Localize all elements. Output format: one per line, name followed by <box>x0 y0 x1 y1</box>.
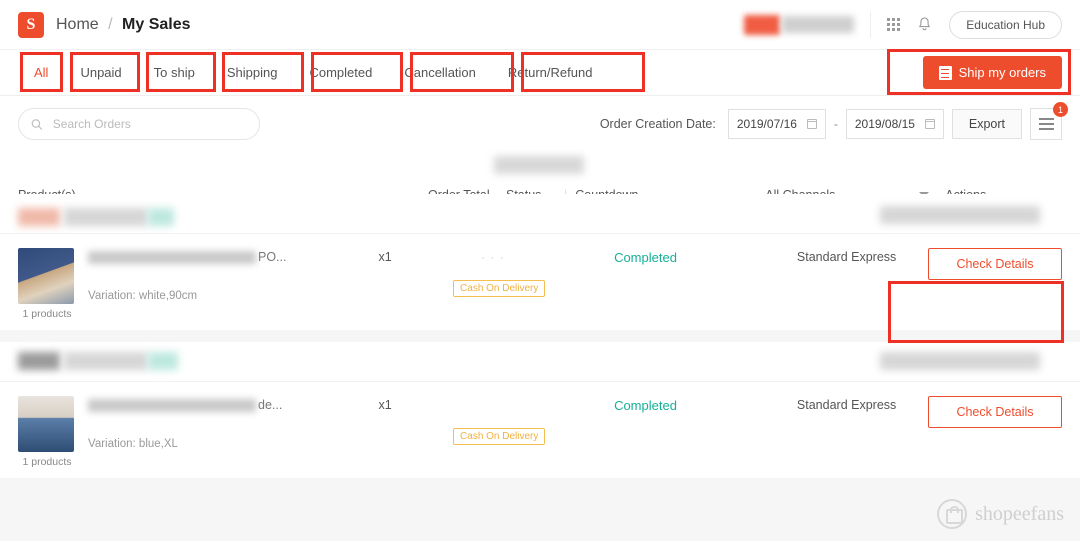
order-actions: Check Details <box>920 396 1062 428</box>
order-total-cell: Cash On Delivery <box>447 396 614 445</box>
breadcrumb-home[interactable]: Home <box>56 16 99 33</box>
tab-unpaid[interactable]: Unpaid <box>64 53 137 92</box>
tab-to-ship[interactable]: To ship <box>138 53 211 92</box>
order-status-cell: Completed <box>614 396 797 413</box>
header-right-group: Education Hub <box>744 10 1062 39</box>
watermark: shopeefans <box>937 499 1064 529</box>
search-orders-box[interactable] <box>18 108 260 140</box>
product-info: PO... Variation: white,90cm <box>88 248 378 320</box>
top-header: S Home / My Sales Education Hub <box>0 0 1080 50</box>
product-title-row: PO... <box>88 250 378 264</box>
search-icon <box>31 118 43 130</box>
order-card-header <box>0 194 1080 234</box>
date-range-separator: - <box>833 117 838 131</box>
blurred-info-strip <box>0 156 1080 178</box>
product-thumbnail-wrap: 1 products <box>18 396 76 468</box>
product-variation: Variation: white,90cm <box>88 290 198 302</box>
product-title-blurred <box>88 250 256 264</box>
shopee-bag-icon <box>937 499 968 529</box>
tab-shipping[interactable]: Shipping <box>211 53 294 92</box>
blurred-order-id <box>64 208 148 226</box>
breadcrumb-current: My Sales <box>122 15 191 33</box>
order-list: 1 products PO... Variation: white,90cm x… <box>0 194 1080 478</box>
date-from-value: 2019/07/16 <box>736 117 797 131</box>
shipping-channel: Standard Express <box>796 250 897 264</box>
tab-cancellation[interactable]: Cancellation <box>388 53 492 92</box>
order-status-cell: Completed <box>614 248 797 265</box>
product-count-label: 1 products <box>22 456 72 468</box>
product-title-row: de... <box>88 398 378 412</box>
order-total-masked: · · · <box>481 250 505 264</box>
order-total-cell: · · · Cash On Delivery <box>447 248 614 297</box>
breadcrumb: Home / My Sales <box>56 16 191 34</box>
status-badge: Completed <box>614 398 677 413</box>
header-divider <box>870 11 872 38</box>
order-quantity: x1 <box>378 250 392 264</box>
filter-right-group: Order Creation Date: 2019/07/16 - 2019/0… <box>599 102 1068 140</box>
blurred-order-right-meta <box>880 352 1040 370</box>
ship-my-orders-label: Ship my orders <box>958 65 1046 80</box>
user-account-blurred[interactable] <box>744 14 855 35</box>
product-count-label: 1 products <box>22 308 72 320</box>
document-icon <box>938 65 952 80</box>
product-variation: Variation: blue,XL <box>88 438 178 450</box>
shipping-channel: Standard Express <box>796 398 897 412</box>
product-cell: 1 products PO... Variation: white,90cm <box>18 248 378 320</box>
product-cell: 1 products de... Variation: blue,XL <box>18 396 378 468</box>
check-details-button[interactable]: Check Details <box>928 396 1062 428</box>
order-card: 1 products de... Variation: blue,XL x1 C… <box>0 342 1080 478</box>
order-card: 1 products PO... Variation: white,90cm x… <box>0 194 1080 330</box>
blurred-order-meta <box>18 352 60 370</box>
tab-return-refund[interactable]: Return/Refund <box>492 53 609 92</box>
search-input[interactable] <box>50 116 247 132</box>
order-row: 1 products de... Variation: blue,XL x1 C… <box>0 382 1080 478</box>
product-title-blurred <box>88 398 256 412</box>
cash-on-delivery-tag: Cash On Delivery <box>453 428 546 445</box>
check-details-button[interactable]: Check Details <box>928 248 1062 280</box>
order-creation-date-label: Order Creation Date: <box>599 117 716 131</box>
blurred-order-id <box>64 352 148 370</box>
settings-badge-count: 1 <box>1053 102 1068 117</box>
product-thumbnail[interactable] <box>18 396 74 452</box>
order-quantity: x1 <box>378 398 392 412</box>
order-actions: Check Details <box>920 248 1062 280</box>
blurred-order-tag <box>148 208 174 226</box>
calendar-icon <box>924 119 935 129</box>
order-status-tabbar: All Unpaid To ship Shipping Completed Ca… <box>0 50 1080 96</box>
shopee-logo-icon[interactable]: S <box>18 11 44 38</box>
date-from-input[interactable]: 2019/07/16 <box>727 109 826 139</box>
calendar-icon <box>806 119 817 129</box>
order-card-header <box>0 342 1080 382</box>
ship-my-orders-button[interactable]: Ship my orders <box>922 56 1062 89</box>
user-avatar-blurred <box>744 14 781 35</box>
date-to-value: 2019/08/15 <box>854 117 915 131</box>
cash-on-delivery-tag: Cash On Delivery <box>453 280 546 297</box>
status-badge: Completed <box>614 250 677 265</box>
blurred-order-meta <box>18 208 60 226</box>
education-hub-button[interactable]: Education Hub <box>949 10 1062 39</box>
notification-bell-icon[interactable] <box>916 16 933 33</box>
export-button[interactable]: Export <box>951 109 1022 139</box>
breadcrumb-separator: / <box>108 15 113 33</box>
tab-all[interactable]: All <box>18 53 64 92</box>
product-title-tail: PO... <box>258 250 287 264</box>
watermark-text: shopeefans <box>975 502 1064 525</box>
filter-bar: Order Creation Date: 2019/07/16 - 2019/0… <box>0 96 1080 156</box>
product-info: de... Variation: blue,XL <box>88 396 378 468</box>
date-to-input[interactable]: 2019/08/15 <box>845 109 944 139</box>
user-name-blurred <box>782 16 855 33</box>
order-row: 1 products PO... Variation: white,90cm x… <box>0 234 1080 330</box>
product-thumbnail-wrap: 1 products <box>18 248 76 320</box>
apps-grid-icon[interactable] <box>887 18 901 31</box>
blurred-order-tag <box>148 352 178 370</box>
list-settings-button[interactable]: 1 <box>1030 102 1068 140</box>
tab-completed[interactable]: Completed <box>293 53 388 92</box>
blurred-text-block <box>494 156 584 174</box>
product-thumbnail[interactable] <box>18 248 74 304</box>
blurred-order-right-meta <box>880 206 1040 224</box>
product-title-tail: de... <box>258 398 283 412</box>
